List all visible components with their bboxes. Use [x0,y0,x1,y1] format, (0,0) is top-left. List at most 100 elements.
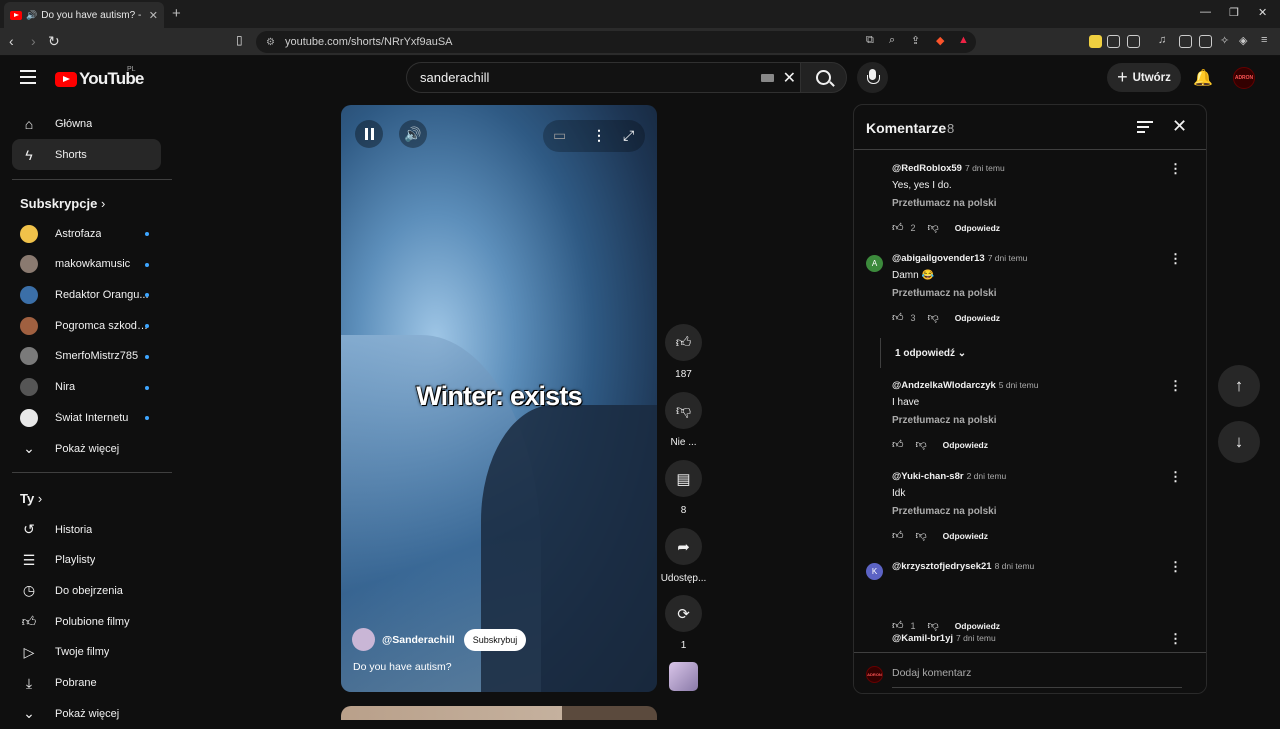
comments-button[interactable]: ▤ [665,460,702,497]
comment-author[interactable]: @abigailgovender13 7 dni temu [892,253,1027,264]
browser-menu-icon[interactable]: ≡ [1261,34,1267,46]
more-options-icon[interactable]: ⋮ [592,127,606,144]
bookmark-icon[interactable]: ▯ [236,33,243,47]
sidebar-item-shorts[interactable]: ϟ Shorts [12,139,161,170]
thumbs-up-icon[interactable]: 👍︎ [892,438,904,451]
like-button[interactable]: 👍︎ [665,324,702,361]
you-header[interactable]: Ty › [20,491,42,506]
sidebar-subscription[interactable]: Redaktor Orangu... [12,279,161,310]
extensions-puzzle-icon[interactable] [1107,35,1120,48]
translate-link[interactable]: Przetłumacz na polski [892,288,996,299]
show-more-subscriptions[interactable]: ⌄ Pokaż więcej [12,433,161,464]
video-title[interactable]: Do you have autism? [353,661,452,673]
comment-author[interactable]: @RedRoblox59 7 dni temu [892,163,1005,174]
comment-more-icon[interactable]: ⋮ [1169,161,1182,177]
zoom-icon[interactable]: ⌕ [889,34,895,47]
brave-shields-icon[interactable]: ◆ [936,34,944,47]
sidebar-item-you[interactable]: ▷ Twoje filmy [12,637,161,668]
clear-search-icon[interactable]: ✕ [783,68,796,88]
browser-tab[interactable]: 🔊 Do you have autism? - YouTube ✕ [4,2,164,28]
voice-search-icon[interactable] [857,62,888,93]
comment-more-icon[interactable]: ⋮ [1169,251,1182,267]
channel-name[interactable]: @Sanderachill [382,634,455,646]
comment-avatar[interactable]: K [866,563,883,580]
maximize-icon[interactable]: ❐ [1229,6,1239,19]
sound-thumbnail[interactable] [669,662,698,691]
pause-button[interactable] [355,120,383,148]
thumbs-up-icon[interactable]: 👍︎ [892,529,904,542]
thumbs-down-icon[interactable]: 👎︎ [928,619,939,632]
sidebar-item-you[interactable]: ⤓ Pobrane [12,668,161,699]
sidebar-subscription[interactable]: makowkamusic [12,249,161,280]
wallet-icon[interactable] [1199,35,1212,48]
site-settings-icon[interactable]: ⚙ [266,37,275,48]
captions-icon[interactable]: ▭ [553,127,566,144]
keyboard-icon[interactable] [761,74,774,82]
subscribe-button[interactable]: Subskrybuj [463,628,527,651]
extension-icon[interactable] [1089,35,1102,48]
reply-button[interactable]: Odpowiedz [955,223,1000,233]
thumbs-down-icon[interactable]: 👎︎ [916,438,927,451]
brave-rewards-icon[interactable]: ▲ [958,34,969,46]
comment-more-icon[interactable]: ⋮ [1169,378,1182,394]
sidebar-item-you[interactable]: ↺ Historia [12,514,161,545]
open-external-icon[interactable]: ⧉ [866,34,874,47]
reply-button[interactable]: Odpowiedz [955,621,1000,631]
comment-more-icon[interactable]: ⋮ [1169,469,1182,485]
sort-icon[interactable] [1137,121,1153,136]
youtube-logo[interactable]: YouTube PL [55,66,144,89]
search-button[interactable] [800,62,847,93]
volume-icon[interactable]: 🔊 [399,120,427,148]
share-page-icon[interactable]: ⇪ [911,34,920,47]
forward-icon[interactable]: › [31,33,36,49]
reply-button[interactable]: Odpowiedz [943,531,988,541]
sidebar-subscription[interactable]: Pogromca szkodni... [12,310,161,341]
channel-avatar[interactable] [352,628,375,651]
leo-ai-icon[interactable]: ✧ [1220,34,1229,47]
sidebar-item-you[interactable]: ⌄ Pokaż więcej [12,698,161,729]
comment-author[interactable]: @Kamil-br1yj 7 dni temu [892,633,996,644]
close-comments-icon[interactable]: ✕ [1172,116,1187,137]
comment-author[interactable]: @krzysztofjedrysek21 8 dni temu [892,561,1034,572]
short-video-player[interactable]: 🔊 ▭ ⋮ ⤢ Winter: exists @Sanderachill Sub… [341,105,657,692]
sidebar-subscription[interactable]: Astrofaza [12,218,161,249]
subscriptions-header[interactable]: Subskrypcje › [20,196,105,211]
sidebar-item-you[interactable]: ☰ Playlisty [12,545,161,576]
next-short-button[interactable]: ↓ [1218,421,1260,463]
menu-icon[interactable] [20,70,36,88]
sidebar-item-you[interactable]: ◷ Do obejrzenia [12,575,161,606]
back-icon[interactable]: ‹ [9,33,14,49]
thumbs-up-icon[interactable]: 👍︎ [892,619,904,632]
next-short-preview[interactable] [341,706,657,720]
vpn-shield-icon[interactable]: ◈ [1239,34,1247,47]
add-comment-input[interactable]: Dodaj komentarz [892,667,1182,688]
avatar[interactable]: ADRON [1233,67,1255,89]
close-tab-icon[interactable]: ✕ [149,9,158,22]
thumbs-down-icon[interactable]: 👎︎ [928,221,939,234]
create-button[interactable]: + Utwórz [1107,63,1181,92]
thumbs-down-icon[interactable]: 👎︎ [928,311,939,324]
dislike-button[interactable]: 👎︎ [665,392,702,429]
sidebar-toggle-icon[interactable] [1179,35,1192,48]
thumbs-up-icon[interactable]: 👍︎ [892,311,904,324]
sidebar-subscription[interactable]: SmerfoMistrz785 [12,341,161,372]
media-controls-icon[interactable]: ♫ [1158,34,1166,46]
comment-author[interactable]: @AndzelkaWlodarczyk 5 dni temu [892,380,1038,391]
new-tab-button[interactable]: + [172,5,181,22]
minimize-icon[interactable]: — [1200,6,1211,18]
translate-link[interactable]: Przetłumacz na polski [892,506,996,517]
comment-more-icon[interactable]: ⋮ [1169,631,1182,647]
comment-avatar[interactable]: A [866,255,883,272]
sidebar-item-główna[interactable]: ⌂ Główna [12,108,161,139]
search-input[interactable]: sanderachill ✕ [406,62,800,93]
sidebar-subscription[interactable]: Świat Internetu [12,402,161,433]
reload-icon[interactable]: ↻ [48,33,60,50]
translate-link[interactable]: Przetłumacz na polski [892,415,996,426]
reply-button[interactable]: Odpowiedz [955,313,1000,323]
thumbs-down-icon[interactable]: 👎︎ [916,529,927,542]
close-window-icon[interactable]: ✕ [1258,6,1267,19]
notifications-bell-icon[interactable]: 🔔 [1193,68,1213,88]
sidebar-subscription[interactable]: Nira [12,372,161,403]
show-replies-button[interactable]: 1 odpowiedź ⌄ [895,348,966,359]
extension-screenshot-icon[interactable] [1127,35,1140,48]
